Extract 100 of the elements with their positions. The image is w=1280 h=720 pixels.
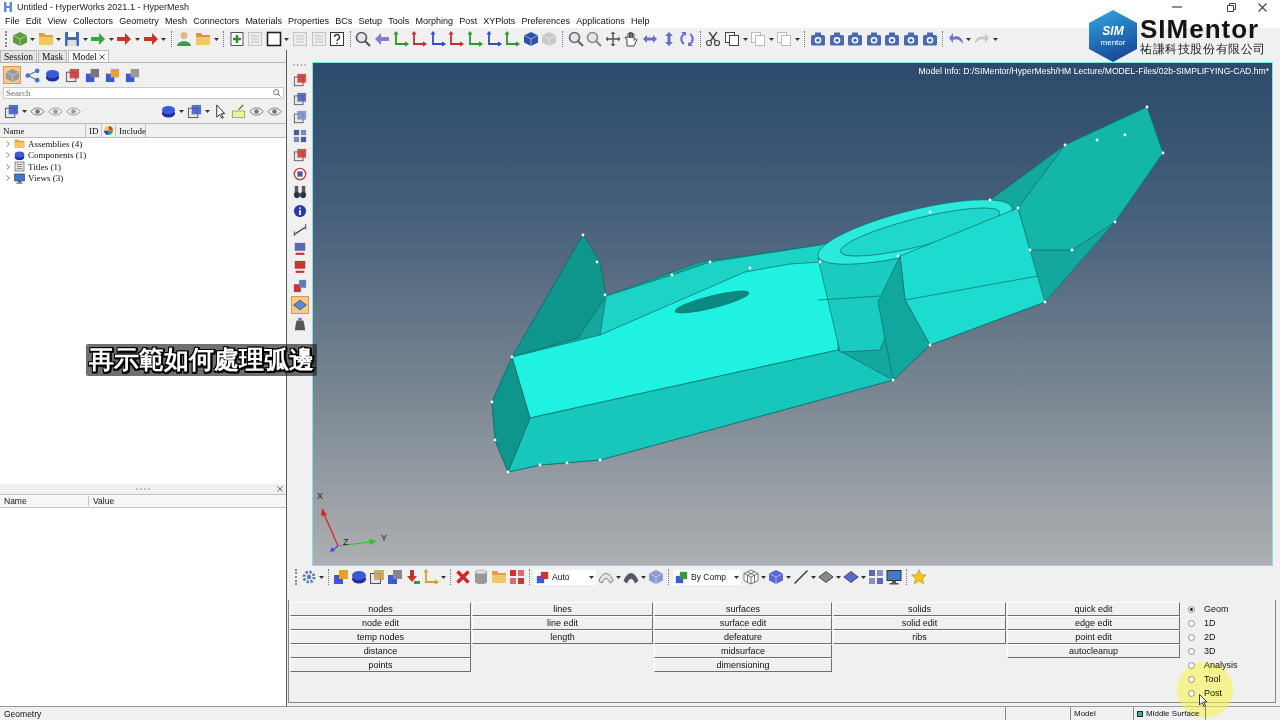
menu-item[interactable]: Mesh xyxy=(161,14,191,28)
panel-button[interactable]: line edit xyxy=(472,616,653,630)
column-header[interactable]: Include xyxy=(116,124,146,137)
caret-icon[interactable] xyxy=(616,575,621,579)
menu-item[interactable]: Morphing xyxy=(412,14,457,28)
disc-icon[interactable] xyxy=(351,569,367,585)
browser-view-button[interactable] xyxy=(103,66,121,84)
panel-button[interactable]: surface edit xyxy=(654,616,832,630)
disc-icon[interactable] xyxy=(161,103,176,119)
caret-icon[interactable] xyxy=(641,575,646,579)
panel-button[interactable]: midsurface xyxy=(654,644,832,658)
plane-icon[interactable] xyxy=(818,569,834,585)
axes-icon[interactable] xyxy=(467,31,483,47)
browser-view-button[interactable] xyxy=(123,66,141,84)
menu-item[interactable]: Setup xyxy=(355,14,386,28)
camera-icon[interactable] xyxy=(884,31,901,47)
close-icon[interactable] xyxy=(1258,2,1267,12)
person-icon[interactable] xyxy=(176,31,193,47)
camera-icon[interactable] xyxy=(903,31,920,47)
panel-button[interactable]: solid edit xyxy=(833,616,1006,630)
move-icon[interactable] xyxy=(604,31,621,47)
menu-item[interactable]: Properties xyxy=(285,14,333,28)
rotate-icon[interactable] xyxy=(679,31,696,47)
browser-tab[interactable]: Model xyxy=(68,50,109,62)
caret-icon[interactable] xyxy=(992,37,998,41)
squares-icon[interactable] xyxy=(387,569,403,585)
axes-icon[interactable] xyxy=(411,31,428,47)
radio-icon[interactable] xyxy=(1188,605,1195,613)
plane-icon[interactable] xyxy=(843,569,859,585)
close-icon[interactable] xyxy=(277,486,283,492)
zoom-icon[interactable] xyxy=(586,31,603,47)
browser-tab[interactable]: Session xyxy=(0,50,38,62)
caret-icon[interactable] xyxy=(22,109,27,113)
caret-icon[interactable] xyxy=(734,575,739,579)
scissors-icon[interactable] xyxy=(705,31,722,47)
menu-item[interactable]: Preferences xyxy=(518,14,574,28)
page-radio[interactable]: Post xyxy=(1188,686,1275,700)
menu-item[interactable]: Edit xyxy=(22,14,45,28)
caret-icon[interactable] xyxy=(441,575,446,579)
wireframe-cube-icon[interactable] xyxy=(743,569,759,585)
caret-icon[interactable] xyxy=(205,109,210,113)
zoom-icon[interactable] xyxy=(567,31,584,47)
arrow-icon[interactable] xyxy=(374,31,391,47)
panel-button[interactable]: solids xyxy=(833,602,1006,616)
panel-button[interactable]: node edit xyxy=(290,616,471,630)
browser-view-button[interactable] xyxy=(63,66,81,84)
tree-item[interactable]: Components (1) xyxy=(28,150,87,161)
panel-button[interactable]: lines xyxy=(472,602,653,616)
caret-icon[interactable] xyxy=(836,575,841,579)
radio-icon[interactable] xyxy=(1188,619,1195,627)
axes-icon[interactable] xyxy=(448,31,465,47)
menu-item[interactable]: Geometry xyxy=(116,14,162,28)
caret-icon[interactable] xyxy=(966,37,972,41)
caret-icon[interactable] xyxy=(82,37,88,41)
menu-item[interactable]: File xyxy=(2,14,23,28)
radio-icon[interactable] xyxy=(1188,633,1195,641)
caret-icon[interactable] xyxy=(179,109,184,113)
radio-icon[interactable] xyxy=(1188,661,1195,669)
grid-icon[interactable] xyxy=(509,569,525,585)
layers-icon[interactable] xyxy=(187,103,202,119)
hand-icon[interactable] xyxy=(623,31,640,47)
caret-icon[interactable] xyxy=(319,575,324,579)
display-mode-dropdown[interactable]: Auto xyxy=(534,569,596,585)
column-header[interactable]: ID xyxy=(86,124,102,137)
menu-item[interactable]: Connectors xyxy=(190,14,243,28)
grid-icon[interactable] xyxy=(868,569,884,585)
arrow-icon[interactable] xyxy=(405,569,421,585)
panel-button[interactable]: length xyxy=(472,630,653,644)
save-icon[interactable] xyxy=(63,31,80,47)
page-radio[interactable]: 3D xyxy=(1188,644,1275,658)
copy-icon[interactable] xyxy=(723,31,740,47)
pointer-icon[interactable] xyxy=(213,103,228,119)
caret-icon[interactable] xyxy=(134,37,140,41)
maximize-icon[interactable] xyxy=(1227,2,1236,12)
radio-icon[interactable] xyxy=(1188,689,1195,697)
layers-icon[interactable] xyxy=(4,103,19,119)
camera-icon[interactable] xyxy=(921,31,938,47)
tree-item[interactable]: Views (3) xyxy=(28,173,64,184)
page-radio[interactable]: Analysis xyxy=(1188,658,1275,672)
menu-item[interactable]: Collectors xyxy=(69,14,117,28)
caret-icon[interactable] xyxy=(30,37,36,41)
tool-button[interactable] xyxy=(290,295,309,314)
caret-icon[interactable] xyxy=(56,37,62,41)
panel-button[interactable]: point edit xyxy=(1007,630,1180,644)
panel-button[interactable]: defeature xyxy=(654,630,832,644)
color-mode-dropdown[interactable]: By Comp xyxy=(673,569,741,585)
menu-item[interactable]: XYPlots xyxy=(480,14,519,28)
panel-button[interactable]: distance xyxy=(290,644,471,658)
menu-item[interactable]: Post xyxy=(456,14,481,28)
caret-icon[interactable] xyxy=(761,575,766,579)
camera-icon[interactable] xyxy=(865,31,882,47)
panel-button[interactable]: quick edit xyxy=(1007,602,1180,616)
page-radio[interactable]: 2D xyxy=(1188,630,1275,644)
panel-button[interactable]: ribs xyxy=(833,630,1006,644)
axes-icon[interactable] xyxy=(485,31,502,47)
squares-icon[interactable] xyxy=(333,569,349,585)
caret-icon[interactable] xyxy=(284,37,290,41)
browser-tab[interactable]: Mask xyxy=(38,50,68,62)
caret-icon[interactable] xyxy=(811,575,816,579)
panel-button[interactable]: surfaces xyxy=(654,602,832,616)
